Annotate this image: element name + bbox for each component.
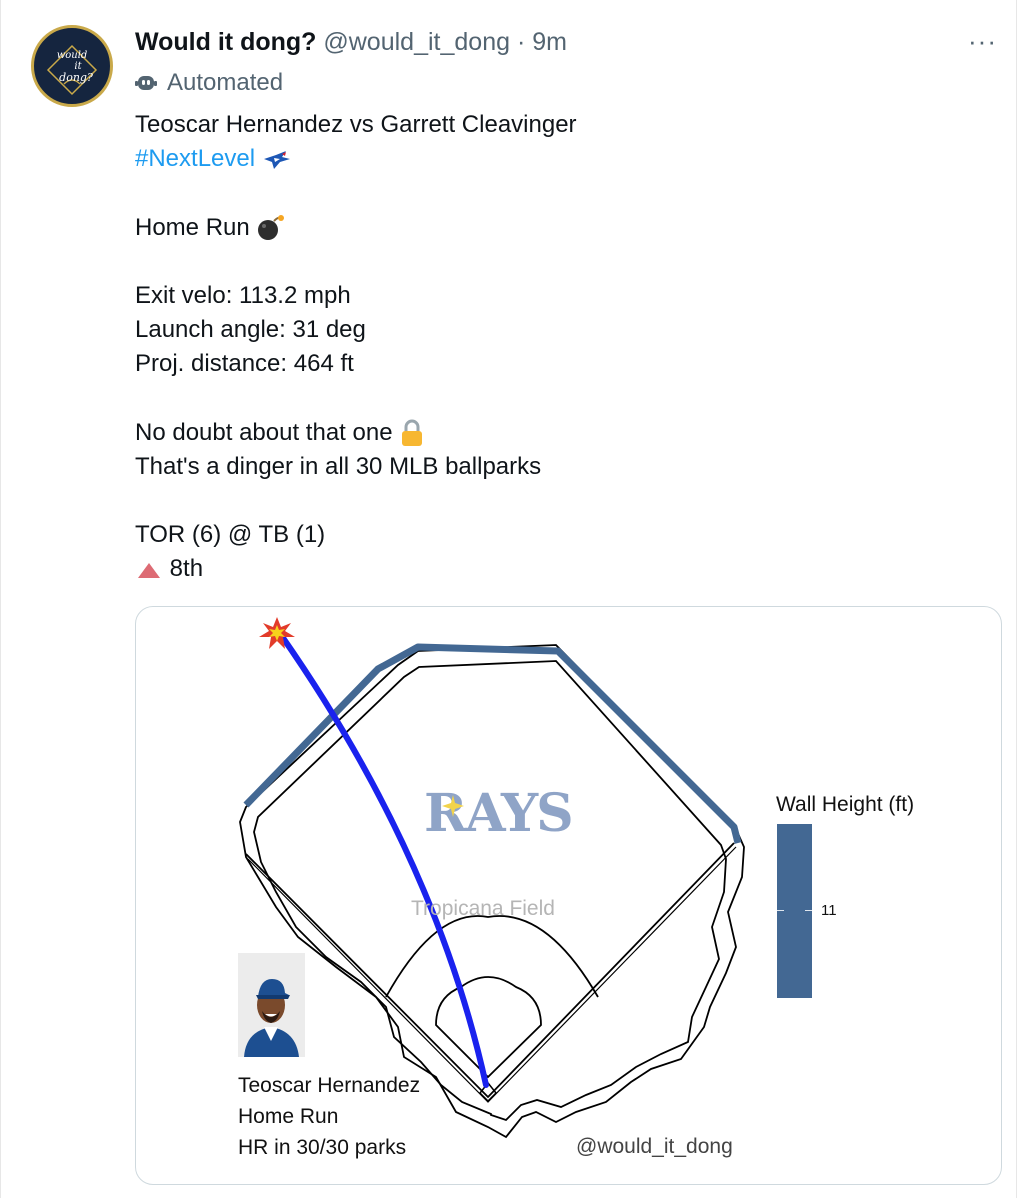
avatar-logo-icon: would it dong? bbox=[46, 44, 98, 96]
ball-trajectory bbox=[278, 632, 489, 1088]
more-options-button[interactable]: ··· bbox=[968, 26, 1002, 56]
display-name[interactable]: Would it dong? bbox=[135, 28, 316, 56]
legend-title: Wall Height (ft) bbox=[776, 793, 915, 816]
hashtag-link[interactable]: #NextLevel bbox=[135, 145, 255, 172]
robot-icon bbox=[135, 76, 157, 90]
launch-angle-line: Launch angle: 31 deg bbox=[135, 316, 366, 344]
avatar-text-1: would bbox=[57, 50, 88, 61]
tweet-timestamp[interactable]: 9m bbox=[532, 28, 567, 56]
distance-line: Proj. distance: 464 ft bbox=[135, 350, 354, 378]
legend-value: 11 bbox=[821, 902, 837, 919]
card-result: Home Run bbox=[238, 1105, 339, 1128]
automated-text: Automated bbox=[167, 69, 284, 96]
avatar-text-3: dong? bbox=[59, 71, 93, 84]
result-text: Home Run bbox=[135, 213, 250, 241]
legend-color-bar bbox=[777, 824, 812, 998]
tweet-header: Would it dong? @would_it_dong · 9m bbox=[135, 26, 567, 58]
user-handle[interactable]: @would_it_dong bbox=[323, 28, 510, 56]
result-line: Home Run bbox=[135, 211, 577, 245]
legend-tick-right bbox=[805, 910, 812, 911]
lock-icon bbox=[402, 419, 423, 447]
foul-line-inner bbox=[247, 846, 737, 1103]
header-separator: · bbox=[516, 28, 526, 56]
outer-boundary bbox=[239, 644, 745, 1139]
tweet-body: Teoscar Hernandez vs Garrett Cleavinger … bbox=[135, 108, 577, 587]
sunburst-icon bbox=[442, 795, 464, 817]
infield-dirt bbox=[435, 976, 542, 1079]
card-parks: HR in 30/30 parks bbox=[238, 1136, 407, 1159]
hashtag-line: #NextLevel bbox=[135, 142, 577, 176]
matchup-line: Teoscar Hernandez vs Garrett Cleavinger bbox=[135, 111, 577, 138]
spray-chart-card[interactable]: RAYS Tropicana Field Teoscar Hernandez H… bbox=[135, 606, 1002, 1185]
legend-tick-left bbox=[777, 910, 784, 911]
verdict-line: No doubt about that one bbox=[135, 416, 577, 450]
card-player-name: Teoscar Hernandez bbox=[238, 1074, 421, 1097]
park-name: Tropicana Field bbox=[411, 897, 555, 920]
verdict-text: No doubt about that one bbox=[135, 418, 393, 446]
foul-line-outer bbox=[245, 842, 735, 1099]
score-line: TOR (6) @ TB (1) bbox=[135, 521, 326, 549]
inning-line: 8th bbox=[135, 552, 577, 586]
blue-jays-icon bbox=[263, 150, 290, 169]
ballparks-line: That's a dinger in all 30 MLB ballparks bbox=[135, 452, 542, 480]
player-headshot bbox=[238, 953, 305, 1057]
inner-boundary bbox=[253, 660, 727, 1122]
inning-text: 8th bbox=[169, 555, 204, 583]
triangle-up-icon bbox=[138, 563, 160, 579]
bomb-icon bbox=[258, 215, 285, 241]
infield-arc bbox=[385, 915, 599, 998]
exit-velo-line: Exit velo: 113.2 mph bbox=[135, 281, 351, 309]
card-watermark: @would_it_dong bbox=[576, 1135, 733, 1158]
automated-label[interactable]: Automated bbox=[135, 68, 283, 98]
profile-avatar[interactable]: would it dong? bbox=[31, 25, 113, 107]
